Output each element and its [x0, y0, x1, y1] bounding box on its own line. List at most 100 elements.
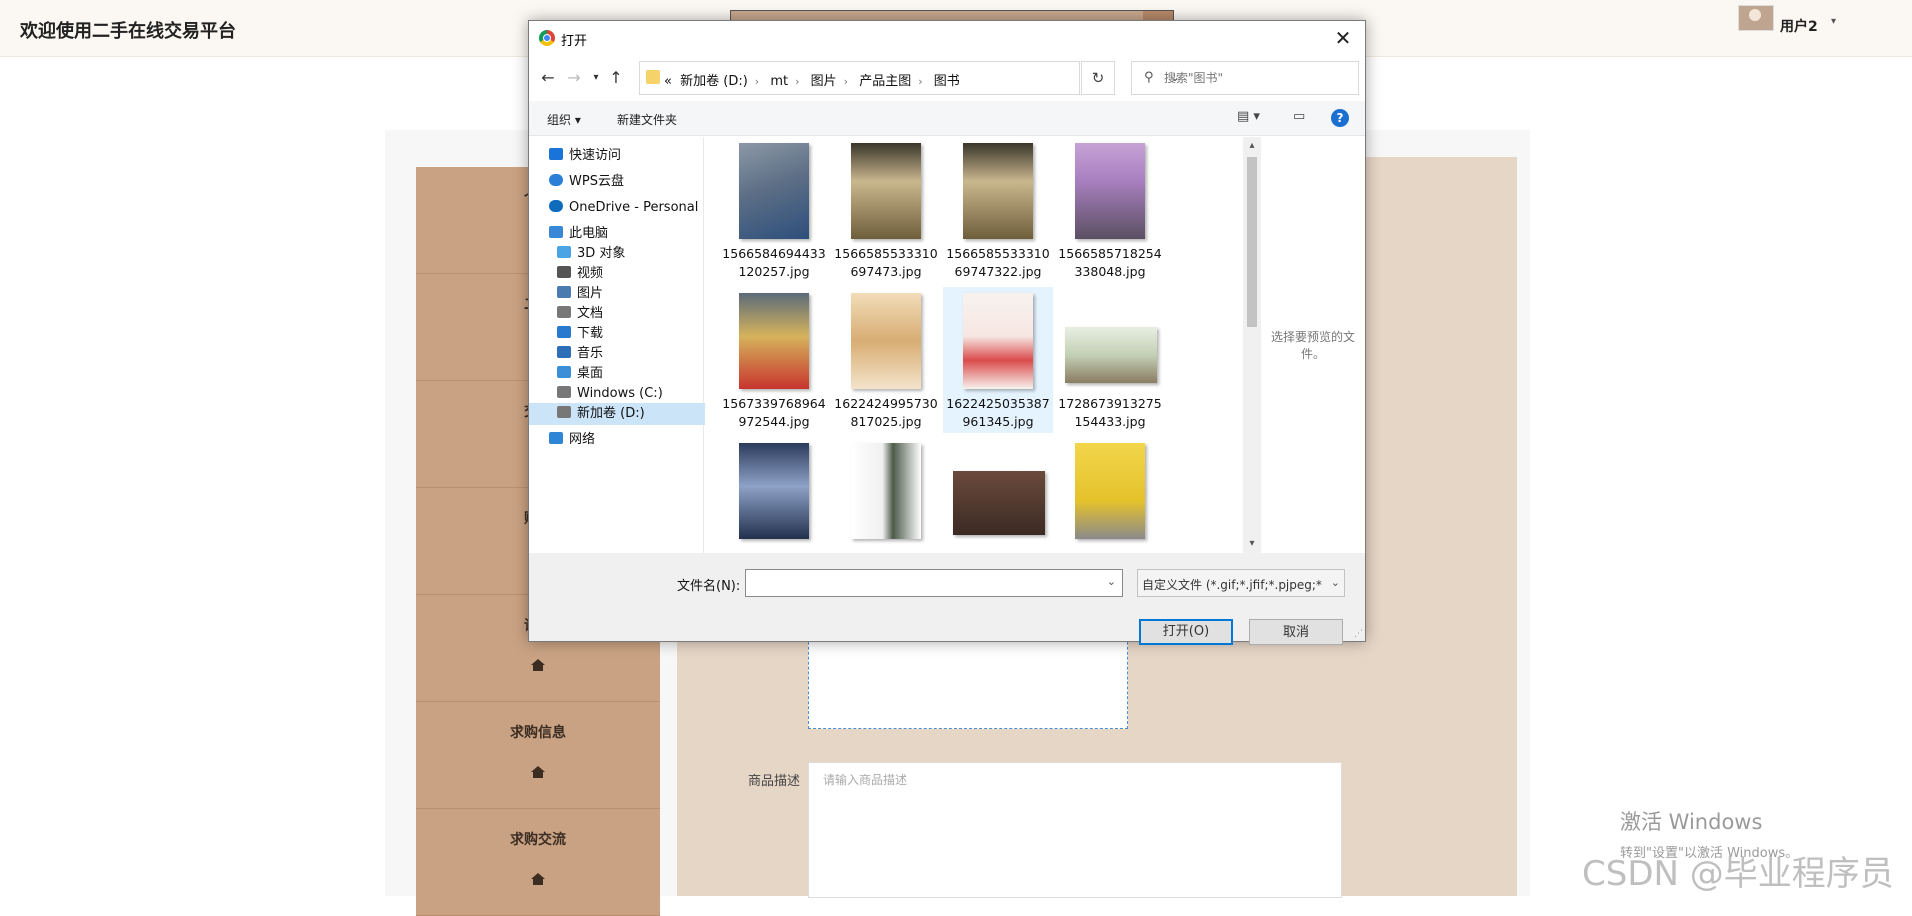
file-thumbnail	[851, 293, 921, 389]
refresh-icon[interactable]: ↻	[1081, 61, 1115, 95]
file-item[interactable]: 1566585718254338048.jpg	[1055, 137, 1165, 283]
file-item[interactable]: 1566585533310697473.jpg	[831, 137, 941, 283]
nav-item[interactable]: 新加卷 (D:)	[529, 403, 731, 425]
nav-item[interactable]: 桌面	[529, 363, 603, 385]
nav-item[interactable]: 网络	[529, 429, 595, 451]
nav-item[interactable]: 音乐	[529, 343, 603, 365]
nav-item-label: 网络	[569, 432, 596, 447]
breadcrumb-item[interactable]: mt	[770, 74, 788, 89]
file-thumbnail	[1075, 443, 1145, 539]
file-item[interactable]: 156658553331069747322.jpg	[943, 137, 1053, 283]
sidebar-item-label: 求购信息	[510, 725, 566, 741]
nav-item[interactable]: 视频	[529, 263, 603, 285]
nav-item[interactable]: 此电脑	[529, 223, 608, 245]
up-arrow-icon[interactable]: ↑	[605, 67, 627, 89]
file-type-filter[interactable]: 自定义文件 (*.gif;*.jfif;*.pjpeg;* ⌄	[1137, 569, 1345, 597]
breadcrumb-overflow[interactable]: «	[664, 74, 672, 89]
help-icon[interactable]: ?	[1331, 109, 1349, 127]
nav-item-label: 音乐	[577, 346, 604, 361]
file-item[interactable]: 1566584694433120257.jpg	[719, 137, 829, 283]
file-open-dialog: 打开 ✕ ← → ▾ ↑ « 新加卷 (D:) › mt › 图片 › 产品主图 › 图…	[528, 20, 1366, 645]
sidebar-item-want-exchange[interactable]: 求购交流	[416, 809, 660, 916]
file-item[interactable]: 1622425035387961345.jpg	[943, 287, 1053, 433]
nav-item[interactable]: 3D 对象	[529, 243, 625, 265]
scroll-up-icon[interactable]: ▴	[1243, 137, 1261, 155]
breadcrumb-item[interactable]: 图片	[811, 74, 837, 89]
breadcrumb: « 新加卷 (D:) › mt › 图片 › 产品主图 › 图书	[664, 74, 960, 89]
file-thumbnail	[1065, 327, 1157, 383]
file-item[interactable]	[943, 437, 1053, 553]
scrollbar-thumb[interactable]	[1247, 157, 1257, 327]
file-item[interactable]: 1622424995730817025.jpg	[831, 287, 941, 433]
view-options-icon[interactable]: ▤ ▾	[1237, 109, 1260, 124]
video-icon	[557, 266, 571, 278]
filename-input[interactable]: ⌄	[745, 569, 1123, 597]
dialog-titlebar[interactable]: 打开 ✕	[529, 21, 1365, 57]
chevron-down-icon[interactable]: ▾	[1831, 16, 1836, 27]
dialog-bottom-pane: 文件名(N): ⌄ 自定义文件 (*.gif;*.jfif;*.pjpeg;* …	[529, 553, 1365, 645]
cancel-button[interactable]: 取消	[1249, 619, 1343, 645]
file-name: 1622424995730817025.jpg	[834, 396, 938, 429]
dialog-toolbar: 组织 ▾ 新建文件夹 ▤ ▾ ▭ ?	[529, 101, 1365, 136]
home-icon	[531, 766, 545, 778]
drive-icon	[557, 386, 571, 398]
file-item[interactable]: 1728673913275154433.jpg	[1055, 287, 1165, 433]
desktop-icon	[557, 366, 571, 378]
nav-item[interactable]: 下载	[529, 323, 603, 345]
navigation-row: ← → ▾ ↑ « 新加卷 (D:) › mt › 图片 › 产品主图 › 图书 ⌄ ↻…	[529, 59, 1365, 99]
back-arrow-icon[interactable]: ←	[537, 67, 559, 89]
cube-icon	[557, 246, 571, 258]
breadcrumb-item[interactable]: 产品主图	[859, 74, 911, 89]
nav-item-label: 新加卷 (D:)	[577, 406, 645, 421]
file-name: 1622425035387961345.jpg	[946, 396, 1050, 429]
nav-item[interactable]: Windows (C:)	[529, 383, 663, 405]
cloud-icon	[549, 174, 563, 186]
onedrive-icon	[549, 200, 563, 212]
resize-grip-icon[interactable]: ⋰	[1354, 629, 1363, 639]
file-thumbnail	[851, 143, 921, 239]
description-textarea[interactable]: 请输入商品描述	[808, 762, 1342, 898]
music-icon	[557, 346, 571, 358]
breadcrumb-item[interactable]: 新加卷 (D:)	[680, 74, 748, 89]
organize-menu[interactable]: 组织 ▾	[547, 111, 581, 128]
nav-item[interactable]: 文档	[529, 303, 603, 325]
vertical-scrollbar[interactable]: ▴ ▾	[1243, 137, 1261, 553]
file-item[interactable]	[831, 437, 941, 553]
close-button[interactable]: ✕	[1329, 25, 1357, 51]
scroll-down-icon[interactable]: ▾	[1243, 535, 1261, 553]
nav-item[interactable]: OneDrive - Personal	[529, 197, 698, 219]
breadcrumb-item[interactable]: 图书	[934, 74, 960, 89]
file-item[interactable]: 1567339768964972544.jpg	[719, 287, 829, 433]
file-item[interactable]	[1055, 437, 1165, 553]
nav-item-label: Windows (C:)	[577, 386, 663, 401]
preview-pane-icon[interactable]: ▭	[1293, 109, 1305, 124]
filter-text: 自定义文件 (*.gif;*.jfif;*.pjpeg;*	[1142, 578, 1322, 592]
search-input[interactable]	[1162, 68, 1346, 88]
nav-item[interactable]: WPS云盘	[529, 171, 624, 193]
user-name[interactable]: 用户2	[1780, 16, 1818, 36]
nav-item[interactable]: 快速访问	[529, 145, 621, 167]
site-title: 欢迎使用二手在线交易平台	[20, 21, 236, 41]
home-icon	[531, 873, 545, 885]
filename-label: 文件名(N):	[677, 579, 741, 594]
open-button[interactable]: 打开(O)	[1139, 619, 1233, 645]
forward-arrow-icon[interactable]: →	[563, 67, 585, 89]
file-thumbnail	[953, 471, 1045, 535]
search-box[interactable]: ⚲	[1131, 61, 1359, 95]
file-thumbnail	[739, 443, 809, 539]
address-bar[interactable]: « 新加卷 (D:) › mt › 图片 › 产品主图 › 图书 ⌄	[639, 61, 1180, 95]
nav-item-label: 文档	[577, 306, 604, 321]
star-icon	[549, 148, 563, 160]
search-icon: ⚲	[1144, 70, 1154, 85]
sidebar-item-want-info[interactable]: 求购信息	[416, 702, 660, 809]
file-thumbnail	[963, 293, 1033, 389]
new-folder-button[interactable]: 新建文件夹	[617, 111, 677, 128]
file-item[interactable]	[719, 437, 829, 553]
nav-item[interactable]: 图片	[529, 283, 603, 305]
nav-item-label: OneDrive - Personal	[569, 200, 699, 215]
avatar[interactable]	[1738, 5, 1774, 31]
recent-locations-icon[interactable]: ▾	[585, 67, 607, 89]
chevron-down-icon[interactable]: ⌄	[1107, 575, 1116, 588]
description-placeholder: 请输入商品描述	[823, 773, 908, 787]
nav-item-label: 视频	[577, 266, 604, 281]
